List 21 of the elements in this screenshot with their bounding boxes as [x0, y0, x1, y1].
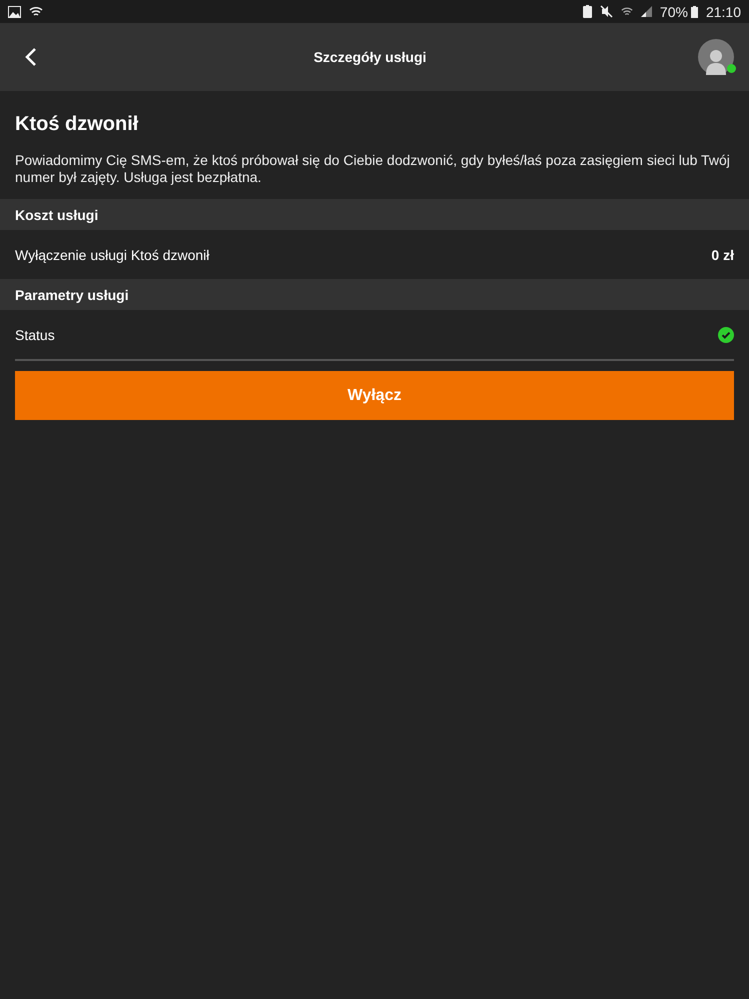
clock: 21:10 — [706, 4, 741, 20]
disable-button[interactable]: Wyłącz — [15, 371, 734, 420]
section-heading: Koszt usługi — [0, 199, 749, 230]
back-icon — [24, 47, 38, 67]
service-description: Powiadomimy Cię SMS-em, że ktoś próbował się do Ciebie dodzwonić, gdy byłeś/łaś poza zasięgiem sieci lub Twój numer był zajęty. Usługa jest bezpłatna. — [15, 152, 731, 186]
price-value: 0 zł — [711, 246, 734, 262]
row-label: Status — [15, 326, 55, 342]
image-icon — [8, 6, 21, 18]
screen-title: Szczegóły usługi — [314, 49, 426, 65]
battery-percent: 70% — [660, 4, 688, 20]
wifi-icon — [620, 6, 633, 17]
battery-icon — [690, 6, 698, 18]
wifi-icon — [29, 6, 43, 17]
service-title: Ktoś dzwonił — [15, 113, 140, 136]
avatar[interactable] — [698, 39, 734, 75]
person-icon — [703, 47, 729, 75]
mute-icon — [600, 5, 613, 18]
section-heading: Parametry usługi — [0, 279, 749, 310]
row-label: Wyłączenie usługi Ktoś dzwonił — [15, 246, 210, 262]
battery-saver-icon — [582, 5, 592, 18]
signal-icon — [640, 6, 652, 17]
